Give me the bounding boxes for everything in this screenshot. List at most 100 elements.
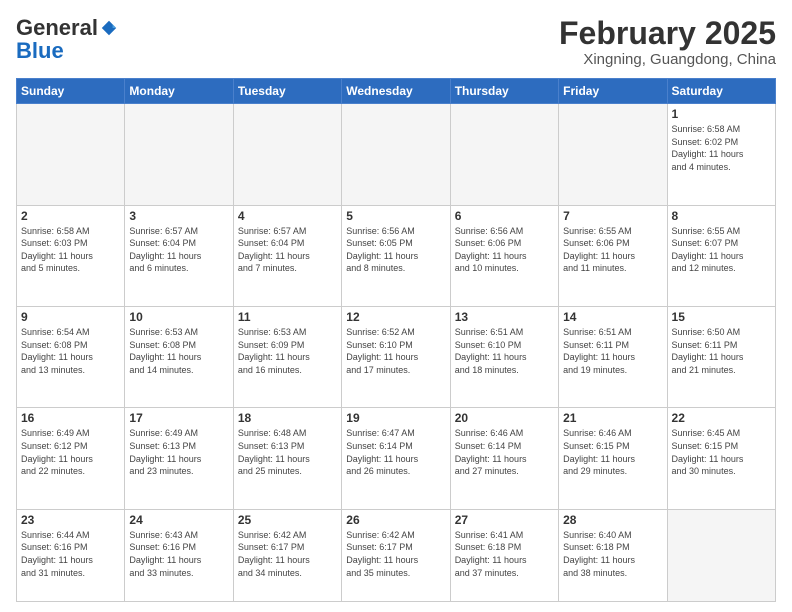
day-number: 10 [129, 310, 228, 324]
day-info: Sunrise: 6:44 AM Sunset: 6:16 PM Dayligh… [21, 529, 120, 579]
day-number: 21 [563, 411, 662, 425]
calendar-cell: 8Sunrise: 6:55 AM Sunset: 6:07 PM Daylig… [667, 205, 775, 306]
day-info: Sunrise: 6:51 AM Sunset: 6:10 PM Dayligh… [455, 326, 554, 376]
day-info: Sunrise: 6:43 AM Sunset: 6:16 PM Dayligh… [129, 529, 228, 579]
calendar-cell: 11 Sunrise: 6:53 AM Sunset: 6:09 PM Dayli… [233, 307, 341, 408]
day-info: Sunrise: 6:50 AM Sunset: 6:11 PM Dayligh… [672, 326, 771, 376]
calendar-week-row: 16 Sunrise: 6:49 AM Sunset: 6:12 PM Dayli… [17, 408, 776, 509]
calendar-cell: 7Sunrise: 6:55 AM Sunset: 6:06 PM Daylig… [559, 205, 667, 306]
calendar-cell: 6 Sunrise: 6:56 AM Sunset: 6:06 PM Daylig… [450, 205, 558, 306]
day-number: 3 [129, 209, 228, 223]
calendar-cell: 19Sunrise: 6:47 AM Sunset: 6:14 PM Dayli… [342, 408, 450, 509]
day-info: Sunrise: 6:40 AM Sunset: 6:18 PM Dayligh… [563, 529, 662, 579]
calendar-cell: 1 Sunrise: 6:58 AM Sunset: 6:02 PM Daylig… [667, 104, 775, 205]
day-number: 23 [21, 513, 120, 527]
calendar-cell: 20 Sunrise: 6:46 AM Sunset: 6:14 PM Dayli… [450, 408, 558, 509]
calendar-cell: 27 Sunrise: 6:41 AM Sunset: 6:18 PM Dayli… [450, 509, 558, 601]
day-number: 24 [129, 513, 228, 527]
day-info: Sunrise: 6:58 AM Sunset: 6:02 PM Dayligh… [672, 123, 771, 173]
calendar-header-wednesday: Wednesday [342, 79, 450, 104]
calendar-cell: 21 Sunrise: 6:46 AM Sunset: 6:15 PM Dayli… [559, 408, 667, 509]
calendar-cell: 15 Sunrise: 6:50 AM Sunset: 6:11 PM Dayli… [667, 307, 775, 408]
calendar-header-sunday: Sunday [17, 79, 125, 104]
calendar-cell: 12 Sunrise: 6:52 AM Sunset: 6:10 PM Dayli… [342, 307, 450, 408]
calendar-cell: 22 Sunrise: 6:45 AM Sunset: 6:15 PM Dayli… [667, 408, 775, 509]
calendar-header-thursday: Thursday [450, 79, 558, 104]
calendar-header-monday: Monday [125, 79, 233, 104]
calendar-cell: 3 Sunrise: 6:57 AM Sunset: 6:04 PM Daylig… [125, 205, 233, 306]
day-number: 7 [563, 209, 662, 223]
header: General Blue February 2025 Xingning, Gua… [16, 16, 776, 68]
calendar-cell: 23 Sunrise: 6:44 AM Sunset: 6:16 PM Dayli… [17, 509, 125, 601]
calendar-cell: 13 Sunrise: 6:51 AM Sunset: 6:10 PM Dayli… [450, 307, 558, 408]
day-info: Sunrise: 6:57 AM Sunset: 6:04 PM Dayligh… [238, 225, 337, 275]
day-number: 22 [672, 411, 771, 425]
day-number: 28 [563, 513, 662, 527]
day-info: Sunrise: 6:54 AM Sunset: 6:08 PM Dayligh… [21, 326, 120, 376]
calendar-cell: 24 Sunrise: 6:43 AM Sunset: 6:16 PM Dayli… [125, 509, 233, 601]
calendar-cell [342, 104, 450, 205]
day-number: 20 [455, 411, 554, 425]
day-info: Sunrise: 6:56 AM Sunset: 6:05 PM Dayligh… [346, 225, 445, 275]
calendar-week-row: 1 Sunrise: 6:58 AM Sunset: 6:02 PM Daylig… [17, 104, 776, 205]
calendar-header-saturday: Saturday [667, 79, 775, 104]
day-info: Sunrise: 6:56 AM Sunset: 6:06 PM Dayligh… [455, 225, 554, 275]
calendar-cell [233, 104, 341, 205]
month-title: February 2025 [559, 16, 776, 51]
day-number: 8 [672, 209, 771, 223]
day-info: Sunrise: 6:47 AM Sunset: 6:14 PM Dayligh… [346, 427, 445, 477]
calendar-cell [667, 509, 775, 601]
logo-general: General [16, 16, 98, 40]
day-number: 9 [21, 310, 120, 324]
day-number: 6 [455, 209, 554, 223]
calendar-cell: 9 Sunrise: 6:54 AM Sunset: 6:08 PM Daylig… [17, 307, 125, 408]
calendar-cell: 10 Sunrise: 6:53 AM Sunset: 6:08 PM Dayli… [125, 307, 233, 408]
logo-text: General [16, 16, 118, 40]
day-info: Sunrise: 6:46 AM Sunset: 6:15 PM Dayligh… [563, 427, 662, 477]
calendar-week-row: 2Sunrise: 6:58 AM Sunset: 6:03 PM Daylig… [17, 205, 776, 306]
day-info: Sunrise: 6:49 AM Sunset: 6:12 PM Dayligh… [21, 427, 120, 477]
calendar-cell: 16 Sunrise: 6:49 AM Sunset: 6:12 PM Dayli… [17, 408, 125, 509]
logo-icon [100, 19, 118, 37]
day-info: Sunrise: 6:41 AM Sunset: 6:18 PM Dayligh… [455, 529, 554, 579]
day-number: 13 [455, 310, 554, 324]
calendar-header-friday: Friday [559, 79, 667, 104]
calendar-cell: 28 Sunrise: 6:40 AM Sunset: 6:18 PM Dayli… [559, 509, 667, 601]
day-info: Sunrise: 6:53 AM Sunset: 6:08 PM Dayligh… [129, 326, 228, 376]
calendar-week-row: 9 Sunrise: 6:54 AM Sunset: 6:08 PM Daylig… [17, 307, 776, 408]
calendar-cell [125, 104, 233, 205]
calendar-cell [450, 104, 558, 205]
calendar-cell: 5 Sunrise: 6:56 AM Sunset: 6:05 PM Daylig… [342, 205, 450, 306]
day-number: 11 [238, 310, 337, 324]
location: Xingning, Guangdong, China [559, 51, 776, 68]
day-number: 5 [346, 209, 445, 223]
day-info: Sunrise: 6:48 AM Sunset: 6:13 PM Dayligh… [238, 427, 337, 477]
day-info: Sunrise: 6:42 AM Sunset: 6:17 PM Dayligh… [346, 529, 445, 579]
day-info: Sunrise: 6:45 AM Sunset: 6:15 PM Dayligh… [672, 427, 771, 477]
calendar-cell: 17Sunrise: 6:49 AM Sunset: 6:13 PM Dayli… [125, 408, 233, 509]
calendar-header-row: SundayMondayTuesdayWednesdayThursdayFrid… [17, 79, 776, 104]
day-info: Sunrise: 6:49 AM Sunset: 6:13 PM Dayligh… [129, 427, 228, 477]
logo-blue-text: Blue [16, 40, 64, 62]
calendar-table: SundayMondayTuesdayWednesdayThursdayFrid… [16, 78, 776, 602]
calendar-cell: 26 Sunrise: 6:42 AM Sunset: 6:17 PM Dayli… [342, 509, 450, 601]
day-number: 15 [672, 310, 771, 324]
day-number: 14 [563, 310, 662, 324]
day-number: 1 [672, 107, 771, 121]
calendar-week-row: 23 Sunrise: 6:44 AM Sunset: 6:16 PM Dayli… [17, 509, 776, 601]
day-number: 12 [346, 310, 445, 324]
day-info: Sunrise: 6:52 AM Sunset: 6:10 PM Dayligh… [346, 326, 445, 376]
day-number: 16 [21, 411, 120, 425]
day-number: 27 [455, 513, 554, 527]
calendar-cell: 25Sunrise: 6:42 AM Sunset: 6:17 PM Dayli… [233, 509, 341, 601]
day-info: Sunrise: 6:51 AM Sunset: 6:11 PM Dayligh… [563, 326, 662, 376]
day-number: 26 [346, 513, 445, 527]
day-info: Sunrise: 6:42 AM Sunset: 6:17 PM Dayligh… [238, 529, 337, 579]
calendar-cell: 14 Sunrise: 6:51 AM Sunset: 6:11 PM Dayli… [559, 307, 667, 408]
day-info: Sunrise: 6:46 AM Sunset: 6:14 PM Dayligh… [455, 427, 554, 477]
calendar-cell: 18 Sunrise: 6:48 AM Sunset: 6:13 PM Dayli… [233, 408, 341, 509]
day-info: Sunrise: 6:53 AM Sunset: 6:09 PM Dayligh… [238, 326, 337, 376]
day-info: Sunrise: 6:57 AM Sunset: 6:04 PM Dayligh… [129, 225, 228, 275]
day-number: 18 [238, 411, 337, 425]
calendar-cell [559, 104, 667, 205]
